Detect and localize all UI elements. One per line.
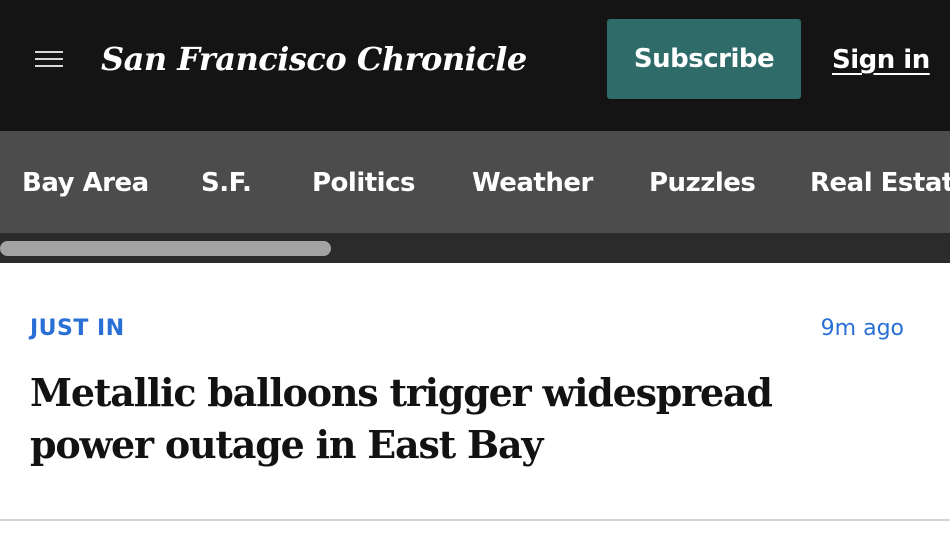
menu-line <box>35 51 63 53</box>
divider <box>0 519 950 521</box>
menu-line <box>35 65 63 67</box>
section-nav: Bay Area S.F. Politics Weather Puzzles R… <box>0 131 950 233</box>
hamburger-menu-icon[interactable] <box>30 44 68 74</box>
nav-item-politics[interactable]: Politics <box>312 131 415 233</box>
nav-item-real-estate[interactable]: Real Estate <box>810 131 950 233</box>
nav-scrollbar-track[interactable] <box>0 233 950 263</box>
menu-line <box>35 58 63 60</box>
nav-item-sf[interactable]: S.F. <box>201 131 252 233</box>
nav-scrollbar-thumb[interactable] <box>0 241 331 256</box>
top-header: San Francisco Chronicle Subscribe Sign i… <box>0 0 950 131</box>
subscribe-button[interactable]: Subscribe <box>607 19 801 99</box>
story-timestamp: 9m ago <box>820 316 904 341</box>
site-logo[interactable]: San Francisco Chronicle <box>101 34 527 84</box>
nav-item-weather[interactable]: Weather <box>472 131 593 233</box>
sign-in-link[interactable]: Sign in <box>832 40 930 80</box>
just-in-label: JUST IN <box>30 316 125 341</box>
nav-item-bay-area[interactable]: Bay Area <box>22 131 149 233</box>
nav-item-puzzles[interactable]: Puzzles <box>649 131 756 233</box>
story-headline[interactable]: Metallic balloons trigger widespread pow… <box>30 367 890 471</box>
breaking-news-card[interactable]: JUST IN 9m ago Metallic balloons trigger… <box>0 263 950 520</box>
